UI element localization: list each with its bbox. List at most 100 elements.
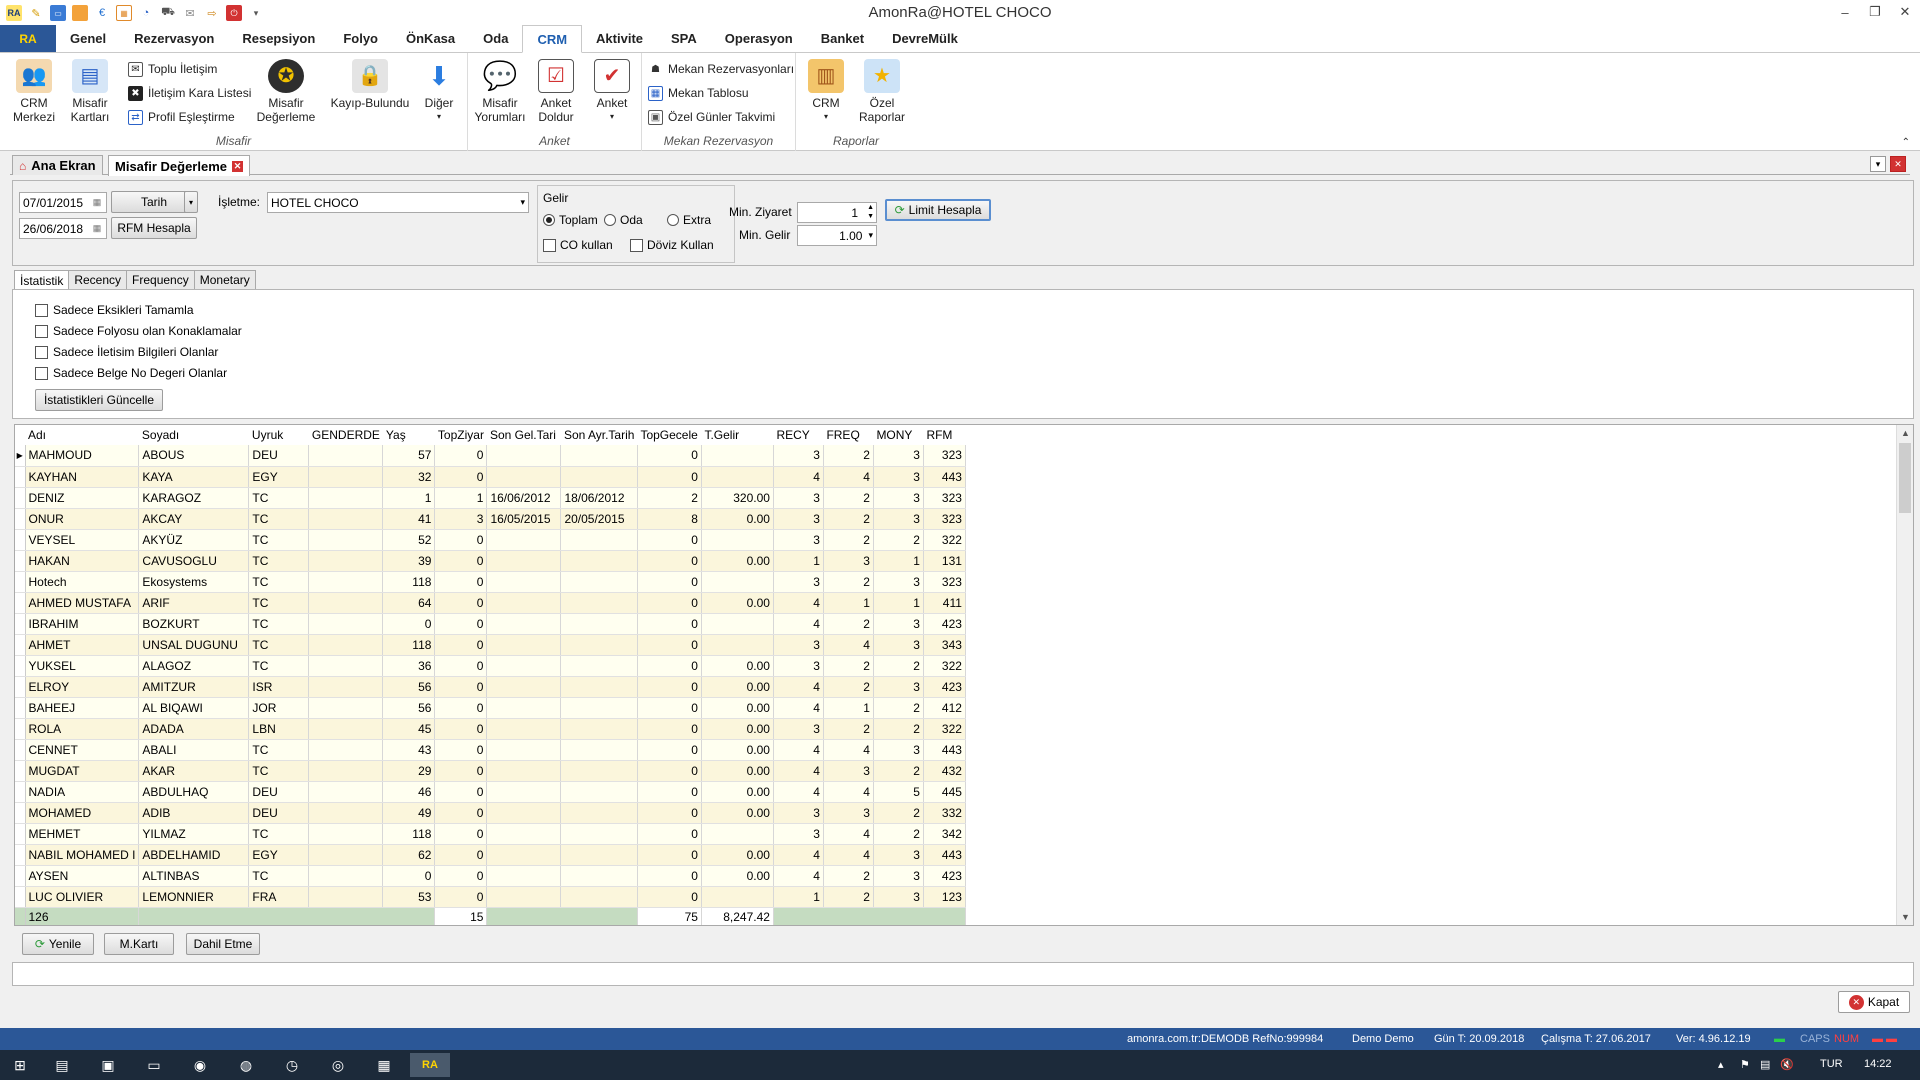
rfm-hesapla-button[interactable]: RFM Hesapla	[111, 217, 197, 239]
server-icon[interactable]: ▣	[88, 1053, 128, 1077]
column-header-son-gel-tarih[interactable]: Son Gel.Tari	[486, 425, 561, 445]
tray-flag-icon[interactable]: ⚑	[1740, 1058, 1750, 1071]
table-row[interactable]: MUGDAT AKAR TC 29 0 0 0.00 4 3 2 432	[15, 760, 966, 782]
folder-icon[interactable]: ▭	[134, 1053, 174, 1077]
doviz-kullan-checkbox[interactable]: Döviz Kullan	[630, 238, 714, 252]
table-row[interactable]: NABIL MOHAMED I ABDELHAMID EGY 62 0 0 0.00 4 4 3 4…	[15, 844, 966, 866]
table-row[interactable]: YUKSEL ALAGOZ TC 36 0 0 0.00 3 2 2 322	[15, 655, 966, 677]
table-row[interactable]: AYSEN ALTINBAS TC 0 0 0 0.00 4 2 3 423	[15, 865, 966, 887]
column-header-uyruk[interactable]: Uyruk	[248, 425, 309, 445]
radio-toplam[interactable]: Toplam	[543, 213, 598, 227]
explorer-doc-icon[interactable]: ▤	[42, 1053, 82, 1077]
radio-oda[interactable]: Oda	[604, 213, 643, 227]
tab-rezervasyon[interactable]: Rezervasyon	[120, 25, 228, 52]
misafir-yorumlari-button[interactable]: 💬 Misafir Yorumları	[472, 59, 528, 125]
spinner-arrows-icon[interactable]: ▲ ▼	[867, 203, 874, 221]
row-indicator[interactable]	[15, 802, 26, 824]
column-header-adi[interactable]: Adı	[25, 425, 139, 445]
column-header-recy[interactable]: RECY	[773, 425, 824, 445]
application-menu-button[interactable]: RA	[0, 25, 56, 52]
minimize-icon[interactable]: –	[1830, 0, 1860, 24]
co-kullan-checkbox[interactable]: CO kullan	[543, 238, 613, 252]
kara-liste-button[interactable]: ✖ İletişim Kara Listesi	[128, 83, 251, 103]
crm-report-dropdown[interactable]: ▥ CRM ▾	[798, 59, 854, 124]
close-document-icon[interactable]: ✕	[1890, 156, 1906, 172]
row-indicator[interactable]	[15, 571, 26, 593]
table-row[interactable]: MOHAMED ADIB DEU 49 0 0 0.00 3 3 2 332	[15, 802, 966, 824]
table-row[interactable]: CENNET ABALI TC 43 0 0 0.00 4 4 3 443	[15, 739, 966, 761]
calendar-icon[interactable]: ▦	[116, 5, 132, 21]
column-header-son-ayr-tarih[interactable]: Son Ayr.Tarih	[560, 425, 638, 445]
clock-app-icon[interactable]: ◷	[272, 1053, 312, 1077]
table-row[interactable]: HAKAN CAVUSOGLU TC 39 0 0 0.00 1 3 1 131	[15, 550, 966, 572]
row-indicator[interactable]	[15, 529, 26, 551]
column-header-top-ziyaret[interactable]: TopZiyar	[434, 425, 487, 445]
column-header-mony[interactable]: MONY	[873, 425, 924, 445]
column-header-freq[interactable]: FREQ	[823, 425, 874, 445]
mekan-rezervasyonlari-button[interactable]: ☗ Mekan Rezervasyonları	[648, 59, 794, 79]
anket-doldur-button[interactable]: ☑ Anket Doldur	[528, 59, 584, 124]
monitor-icon[interactable]: ▭	[50, 5, 66, 21]
table-row[interactable]: BAHEEJ AL BIQAWI JOR 56 0 0 0.00 4 1 2 412	[15, 697, 966, 719]
table-row[interactable]: ▶ MAHMOUD ABOUS DEU 57 0 0 3 2 3 323	[15, 445, 966, 467]
column-header-rfm[interactable]: RFM	[923, 425, 966, 445]
power-icon[interactable]: ⏻	[226, 5, 242, 21]
amonra-task-icon[interactable]: RA	[410, 1053, 450, 1077]
row-indicator[interactable]	[15, 865, 26, 887]
yenile-button[interactable]: ⟳ Yenile	[22, 933, 94, 955]
row-indicator[interactable]	[15, 718, 26, 740]
close-icon[interactable]: ✕	[1890, 0, 1920, 24]
calculator-icon[interactable]: €	[94, 5, 110, 21]
table-row[interactable]: NADIA ABDULHAQ DEU 46 0 0 0.00 4 4 5 445	[15, 781, 966, 803]
tab-folyo[interactable]: Folyo	[329, 25, 392, 52]
tab-onkasa[interactable]: ÖnKasa	[392, 25, 469, 52]
app-logo-icon[interactable]: RA	[6, 5, 22, 21]
tools-icon[interactable]: ✎	[28, 5, 44, 21]
table-row[interactable]: VEYSEL AKYÜZ TC 52 0 0 3 2 2 322	[15, 529, 966, 551]
table-row[interactable]: AHMED MUSTAFA ARIF TC 64 0 0 0.00 4 1 1 411	[15, 592, 966, 614]
export-icon[interactable]: ⇨	[204, 5, 220, 21]
tab-recency[interactable]: Recency	[68, 270, 128, 289]
customize-qat-icon[interactable]: ▾	[248, 5, 264, 21]
tab-oda[interactable]: Oda	[469, 25, 522, 52]
scroll-down-icon[interactable]: ▼	[1897, 909, 1913, 925]
scroll-up-icon[interactable]: ▲	[1897, 425, 1913, 441]
pie-icon[interactable]: ◔	[138, 5, 154, 21]
table-row[interactable]: MEHMET YILMAZ TC 118 0 0 3 4 2 342	[15, 823, 966, 845]
min-gelir-select[interactable]: 1.00 ▾	[797, 225, 877, 246]
ozel-raporlar-dropdown[interactable]: ★ Özel Raporlar	[854, 59, 910, 124]
checkbox-belge[interactable]: Sadece Belge No Degeri Olanlar	[35, 366, 227, 380]
folder-icon[interactable]	[72, 5, 88, 21]
tab-monetary[interactable]: Monetary	[193, 270, 256, 289]
column-header-yas[interactable]: Yaş	[382, 425, 435, 445]
table-row[interactable]: DENIZ KARAGOZ TC 1 1 16/06/2012 18/06/2012 2 320…	[15, 487, 966, 509]
row-indicator[interactable]	[15, 634, 26, 656]
table-row[interactable]: Hotech Ekosystems TC 118 0 0 3 2 3 323	[15, 571, 966, 593]
date-from-field[interactable]: 07/01/2015 ▦	[19, 192, 107, 213]
ozel-gunler-button[interactable]: ▣ Özel Günler Takvimi	[648, 107, 775, 127]
doc-list-dropdown-icon[interactable]: ▾	[1870, 156, 1886, 172]
calendar-icon[interactable]: ▦	[89, 193, 105, 212]
mail-icon[interactable]: ✉	[182, 5, 198, 21]
row-indicator[interactable]: ▶	[15, 445, 26, 467]
row-indicator[interactable]	[15, 739, 26, 761]
close-tab-icon[interactable]: ✕	[232, 160, 243, 172]
firefox-icon[interactable]: ◉	[180, 1053, 220, 1077]
table-row[interactable]: AHMET UNSAL DUGUNU TC 118 0 0 3 4 3 343	[15, 634, 966, 656]
column-header-gender[interactable]: GENDERDE	[308, 425, 383, 445]
checkbox-iletisim[interactable]: Sadece İletisim Bilgileri Olanlar	[35, 345, 218, 359]
table-row[interactable]: ONUR AKCAY TC 41 3 16/05/2015 20/05/2015 8 0.00 3…	[15, 508, 966, 530]
radio-extra[interactable]: Extra	[667, 213, 711, 227]
istatistikleri-guncelle-button[interactable]: İstatistikleri Güncelle	[35, 389, 163, 411]
tray-expand-icon[interactable]: ▴	[1718, 1058, 1724, 1071]
calendar-icon[interactable]: ▦	[89, 219, 105, 238]
chevron-down-icon[interactable]: ▾	[184, 191, 198, 213]
tray-language[interactable]: TUR	[1820, 1058, 1843, 1070]
crm-merkezi-button[interactable]: 👥 CRM Merkezi	[6, 59, 62, 124]
car-icon[interactable]: ⛟	[160, 5, 176, 21]
tab-aktivite[interactable]: Aktivite	[582, 25, 657, 52]
limit-hesapla-button[interactable]: ⟳ Limit Hesapla	[885, 199, 991, 221]
tray-clock[interactable]: 14:22	[1864, 1058, 1892, 1070]
table-row[interactable]: LUC OLIVIER LEMONNIER FRA 53 0 0 1 2 3 123	[15, 886, 966, 908]
tab-devremulk[interactable]: DevreMülk	[878, 25, 972, 52]
